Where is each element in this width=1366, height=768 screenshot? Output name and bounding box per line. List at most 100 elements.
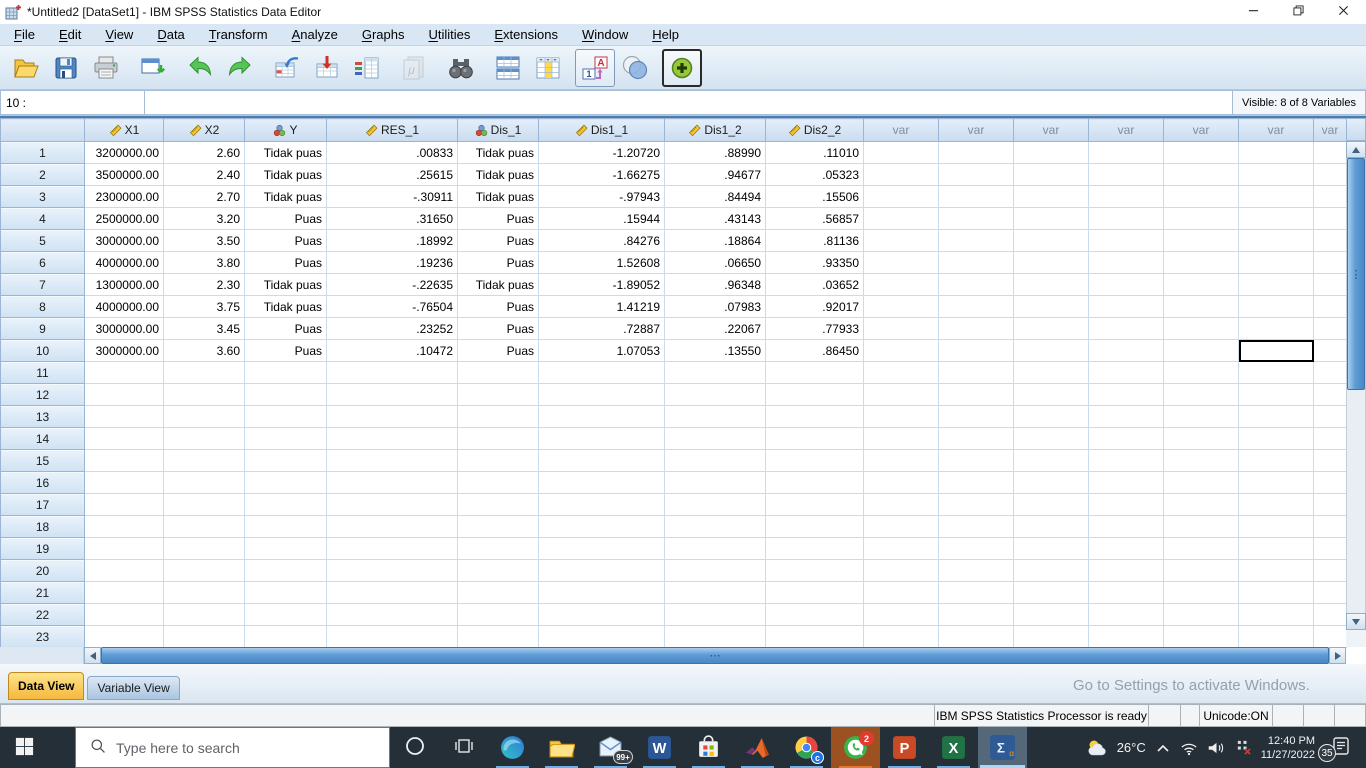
cell-r14-x1[interactable] — [84, 427, 164, 450]
cell-r14-dis1[interactable] — [457, 427, 539, 450]
menu-transform[interactable]: Transform — [197, 27, 280, 42]
cell-r13-y[interactable] — [244, 405, 327, 428]
cell-r18-dis2_2[interactable] — [765, 515, 864, 538]
cell-r23-res1[interactable] — [326, 625, 458, 648]
cell-r8-dis1_1[interactable]: 1.41219 — [538, 295, 665, 318]
cell-r21-dis1_2[interactable] — [664, 581, 766, 604]
cell-r22-res1[interactable] — [326, 603, 458, 626]
word-taskbar-button[interactable]: W — [635, 727, 684, 768]
cell-r9-var2[interactable] — [938, 317, 1014, 340]
cell-r15-var3[interactable] — [1013, 449, 1089, 472]
cell-r11-var6[interactable] — [1238, 361, 1314, 384]
start-button[interactable] — [0, 727, 48, 768]
cell-r6-var3[interactable] — [1013, 251, 1089, 274]
cell-r19-y[interactable] — [244, 537, 327, 560]
column-header-var3[interactable]: var — [1013, 118, 1089, 142]
cell-r18-var5[interactable] — [1163, 515, 1239, 538]
cell-r21-var6[interactable] — [1238, 581, 1314, 604]
cell-r12-x2[interactable] — [163, 383, 245, 406]
cell-r18-dis1_2[interactable] — [664, 515, 766, 538]
cell-r16-dis2_2[interactable] — [765, 471, 864, 494]
column-header-res1[interactable]: RES_1 — [326, 118, 458, 142]
cell-r6-var1[interactable] — [863, 251, 939, 274]
cell-r21-var5[interactable] — [1163, 581, 1239, 604]
row-header-3[interactable]: 3 — [0, 185, 85, 208]
cell-r11-y[interactable] — [244, 361, 327, 384]
cell-r12-var5[interactable] — [1163, 383, 1239, 406]
cell-r11-var1[interactable] — [863, 361, 939, 384]
cell-r14-var6[interactable] — [1238, 427, 1314, 450]
cell-r8-y[interactable]: Tidak puas — [244, 295, 327, 318]
cell-r6-dis1_2[interactable]: .06650 — [664, 251, 766, 274]
cell-r3-res1[interactable]: -.30911 — [326, 185, 458, 208]
cell-r4-var5[interactable] — [1163, 207, 1239, 230]
cell-r2-var3[interactable] — [1013, 163, 1089, 186]
cell-r3-var6[interactable] — [1238, 185, 1314, 208]
cell-r19-var1[interactable] — [863, 537, 939, 560]
cell-r11-x2[interactable] — [163, 361, 245, 384]
chrome-taskbar-button[interactable]: c — [782, 727, 831, 768]
cell-r11-dis1_2[interactable] — [664, 361, 766, 384]
cell-r11-var3[interactable] — [1013, 361, 1089, 384]
cell-r16-dis1_1[interactable] — [538, 471, 665, 494]
scroll-right-button[interactable] — [1329, 647, 1346, 664]
cell-r12-var6[interactable] — [1238, 383, 1314, 406]
column-header-var1[interactable]: var — [863, 118, 939, 142]
notification-center-button[interactable]: 35 — [1318, 727, 1358, 768]
column-header-dis2_2[interactable]: Dis2_2 — [765, 118, 864, 142]
cell-r3-var4[interactable] — [1088, 185, 1164, 208]
cell-r6-dis2_2[interactable]: .93350 — [765, 251, 864, 274]
cell-r3-var7[interactable] — [1313, 185, 1347, 208]
cell-r13-x2[interactable] — [163, 405, 245, 428]
cell-r9-var3[interactable] — [1013, 317, 1089, 340]
cell-r8-x2[interactable]: 3.75 — [163, 295, 245, 318]
cell-r4-var4[interactable] — [1088, 207, 1164, 230]
cell-r2-var5[interactable] — [1163, 163, 1239, 186]
excel-taskbar-button[interactable]: X — [929, 727, 978, 768]
cell-r4-x2[interactable]: 3.20 — [163, 207, 245, 230]
cell-r17-dis2_2[interactable] — [765, 493, 864, 516]
cell-r3-dis1_1[interactable]: -.97943 — [538, 185, 665, 208]
cell-r2-var6[interactable] — [1238, 163, 1314, 186]
cell-r23-var4[interactable] — [1088, 625, 1164, 648]
cell-r19-var6[interactable] — [1238, 537, 1314, 560]
cell-r10-var2[interactable] — [938, 339, 1014, 362]
cell-r12-var1[interactable] — [863, 383, 939, 406]
row-header-17[interactable]: 17 — [0, 493, 85, 516]
cell-r23-var1[interactable] — [863, 625, 939, 648]
cell-r10-x2[interactable]: 3.60 — [163, 339, 245, 362]
devices-disconnected-icon[interactable] — [1235, 739, 1252, 756]
find-button[interactable] — [441, 49, 481, 87]
cell-r1-var1[interactable] — [863, 141, 939, 164]
cell-r8-var7[interactable] — [1313, 295, 1347, 318]
cell-r9-dis1[interactable]: Puas — [457, 317, 539, 340]
row-header-1[interactable]: 1 — [0, 141, 85, 164]
save-document-button[interactable] — [46, 49, 86, 87]
cell-r23-y[interactable] — [244, 625, 327, 648]
row-header-5[interactable]: 5 — [0, 229, 85, 252]
cell-r2-dis2_2[interactable]: .05323 — [765, 163, 864, 186]
cell-r16-dis1[interactable] — [457, 471, 539, 494]
cell-r14-dis2_2[interactable] — [765, 427, 864, 450]
cell-r6-var6[interactable] — [1238, 251, 1314, 274]
cell-r15-res1[interactable] — [326, 449, 458, 472]
row-header-10[interactable]: 10 — [0, 339, 85, 362]
cell-r9-var4[interactable] — [1088, 317, 1164, 340]
cell-r16-x2[interactable] — [163, 471, 245, 494]
weather-widget[interactable]: 26°C — [1085, 737, 1146, 759]
cell-r13-dis1_2[interactable] — [664, 405, 766, 428]
cell-r1-x2[interactable]: 2.60 — [163, 141, 245, 164]
cell-r22-y[interactable] — [244, 603, 327, 626]
menu-data[interactable]: Data — [145, 27, 196, 42]
row-header-18[interactable]: 18 — [0, 515, 85, 538]
microsoft-store-taskbar-button[interactable] — [684, 727, 733, 768]
cell-r10-res1[interactable]: .10472 — [326, 339, 458, 362]
cell-r21-var4[interactable] — [1088, 581, 1164, 604]
cell-r8-var2[interactable] — [938, 295, 1014, 318]
cell-r16-var5[interactable] — [1163, 471, 1239, 494]
cell-r12-var4[interactable] — [1088, 383, 1164, 406]
cell-r20-var7[interactable] — [1313, 559, 1347, 582]
cell-r1-var3[interactable] — [1013, 141, 1089, 164]
cell-r15-x1[interactable] — [84, 449, 164, 472]
cell-r18-res1[interactable] — [326, 515, 458, 538]
